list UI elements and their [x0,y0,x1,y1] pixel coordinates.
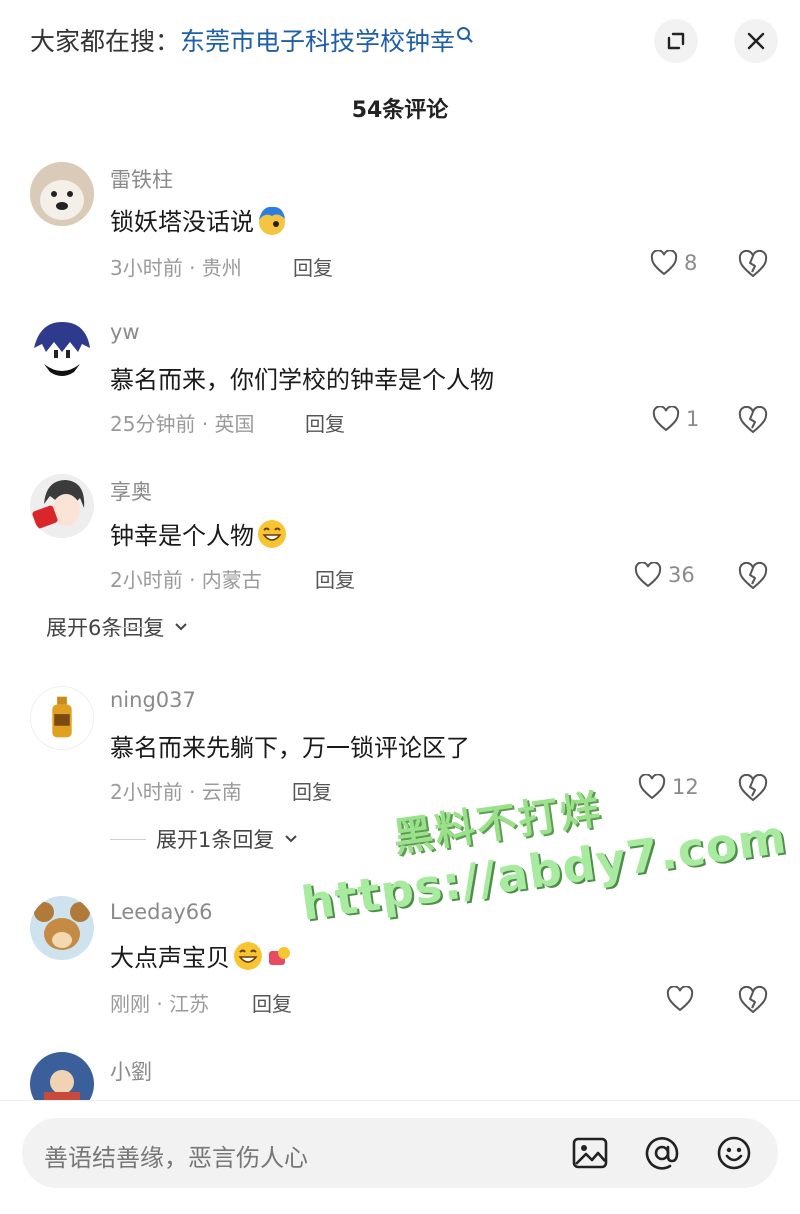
reply-button[interactable]: 回复 [252,988,292,1017]
emoji-button[interactable] [714,1133,754,1173]
heart-icon [638,774,666,800]
comment-input[interactable]: 善语结善缘，恶言伤人心 [22,1118,778,1188]
expand-replies-label: 展开1条回复 [156,828,275,852]
avatar[interactable] [30,686,94,750]
blue-face-emoji-icon [256,204,288,242]
like-count: 12 [672,775,699,799]
like-count: 8 [684,251,698,275]
comment-meta: 2小时前 · 云南 [110,780,242,804]
comment-input-placeholder: 善语结善缘，恶言伤人心 [44,1144,308,1172]
comment-meta: 25分钟前 · 英国 [110,412,255,436]
comment-meta: 2小时前 · 内蒙古 [110,568,262,592]
like-button[interactable]: 8 [650,250,697,276]
comment-text: 慕名而来，你们学校的钟幸是个人物 [110,366,494,394]
reply-button[interactable]: 回复 [293,252,333,281]
cartoon-mouse-avatar-icon [30,896,94,960]
comment-count-title: 54条评论 [351,98,449,123]
avatar[interactable] [30,162,94,226]
heart-icon [666,986,694,1012]
image-icon [572,1137,608,1169]
anime-avatar-icon [30,474,94,538]
comment-username[interactable]: 小劉 [110,1056,152,1086]
chevron-down-icon [175,623,188,631]
comment-text: 锁妖塔没话说 [110,202,288,242]
reply-button[interactable]: 回复 [315,564,355,593]
dislike-button[interactable] [738,405,768,438]
smiley-icon [717,1136,751,1170]
watermark-line-2: https://abdy7.com [298,809,791,931]
expand-button[interactable] [654,19,698,63]
divider-line [110,626,146,628]
dislike-button[interactable] [738,773,768,806]
dislike-heart-icon [738,985,768,1014]
dislike-heart-icon [738,249,768,278]
comment-username[interactable]: yw [110,320,140,344]
heart-icon [652,406,680,432]
close-icon [747,32,765,50]
expand-replies-button[interactable]: 展开1条回复 [110,824,298,854]
at-icon [645,1137,679,1170]
expand-icon [667,32,685,50]
heart-icon [634,562,662,588]
dislike-heart-icon [738,405,768,434]
heart-icon [650,250,678,276]
comment-username[interactable]: 享奥 [110,476,152,506]
dog-avatar-icon [30,162,94,226]
watermark: 黑料不打烊 https://abdy7.com [290,752,790,931]
like-count: 1 [686,407,700,431]
comment-username[interactable]: 雷铁柱 [110,164,173,194]
trending-search[interactable]: 大家都在搜：东莞市电子科技学校钟幸 [30,22,471,58]
dislike-button[interactable] [738,985,768,1018]
comment-text: 大点声宝贝 [110,938,292,978]
like-button[interactable]: 1 [652,406,699,432]
comment-text: 慕名而来先躺下，万一锁评论区了 [110,734,470,762]
close-button[interactable] [734,19,778,63]
comment-text-content: 大点声宝贝 [110,944,230,972]
divider-line [110,838,146,840]
avatar[interactable] [30,474,94,538]
chevron-down-icon [285,835,298,843]
expand-replies-label: 展开6条回复 [46,616,165,640]
grin-emoji-icon [232,940,264,978]
top-bar: 大家都在搜：东莞市电子科技学校钟幸 [0,0,800,84]
expand-replies-button[interactable]: 展开6条回复 [46,612,188,642]
dislike-button[interactable] [738,561,768,594]
watermark-line-1: 黑料不打烊 [390,786,605,862]
comment-text: 钟幸是个人物 [110,516,288,556]
image-button[interactable] [570,1133,610,1173]
like-button[interactable] [666,986,700,1012]
comment-text-content: 钟幸是个人物 [110,522,254,550]
bottle-avatar-icon [31,687,93,749]
like-button[interactable]: 36 [634,562,695,588]
cartoon-avatar-icon [30,318,94,382]
like-count: 36 [668,563,695,587]
dislike-heart-icon [738,773,768,802]
avatar[interactable] [30,896,94,960]
trending-search-keyword[interactable]: 东莞市电子科技学校钟幸 [180,27,455,56]
dislike-heart-icon [738,561,768,590]
dislike-button[interactable] [738,249,768,282]
trending-search-prefix: 大家都在搜： [30,27,181,56]
search-icon [457,27,471,40]
comment-username[interactable]: Leeday66 [110,900,213,924]
like-button[interactable]: 12 [638,774,699,800]
sticker-emoji-icon [266,943,292,975]
reply-button[interactable]: 回复 [305,408,345,437]
grin-emoji-icon [256,518,288,556]
reply-button[interactable]: 回复 [292,776,332,805]
mention-button[interactable] [642,1133,682,1173]
comment-text-content: 锁妖塔没话说 [110,208,254,236]
avatar[interactable] [30,318,94,382]
comment-meta: 3小时前 · 贵州 [110,256,242,280]
comment-username[interactable]: ning037 [110,688,196,712]
comment-meta: 刚刚 · 江苏 [110,992,210,1016]
